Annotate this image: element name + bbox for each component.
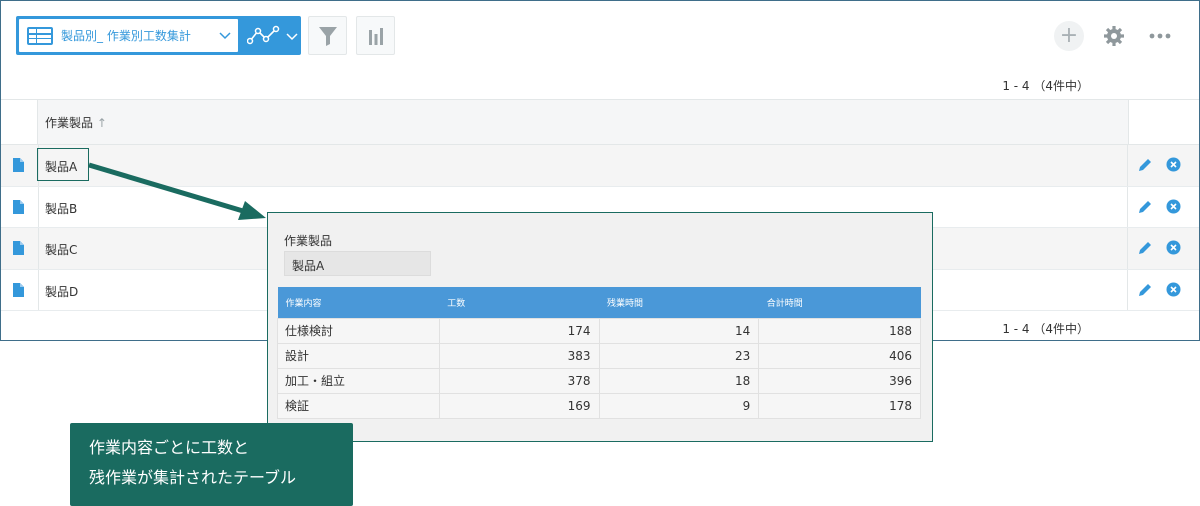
highlight-box — [37, 148, 89, 181]
edit-icon[interactable] — [1137, 282, 1153, 298]
column-header-label: 作業製品 — [45, 116, 94, 130]
overtime-cell: 9 — [598, 392, 760, 419]
graph-button[interactable] — [356, 16, 395, 55]
filter-button[interactable] — [308, 16, 347, 55]
overtime-cell: 14 — [598, 317, 760, 344]
column-header-product[interactable]: 作業製品 ↑ — [45, 114, 107, 131]
task-cell: 設計 — [277, 342, 440, 369]
edit-icon[interactable] — [1137, 240, 1153, 256]
column-header: 作業内容 — [277, 287, 440, 318]
bar-chart-icon — [368, 27, 383, 45]
product-cell: 製品C — [45, 243, 78, 257]
list-header: 作業製品 ↑ — [1, 99, 1199, 145]
document-icon[interactable] — [13, 158, 24, 172]
table-row: 設計 383 23 406 — [277, 342, 921, 369]
task-cell: 検証 — [277, 392, 440, 419]
column-header: 工数 — [439, 287, 599, 318]
view-selector[interactable]: 製品別_ 作業別工数集計 — [16, 16, 301, 55]
product-cell: 製品D — [45, 284, 79, 299]
delete-icon[interactable] — [1166, 282, 1181, 297]
add-record-button[interactable]: + — [1054, 21, 1084, 51]
table-row: 加工・組立 378 18 396 — [277, 367, 921, 394]
table-row[interactable]: 製品A — [1, 145, 1199, 187]
chevron-down-icon — [286, 32, 298, 40]
settings-button[interactable] — [1099, 21, 1129, 51]
cell-divider — [1127, 186, 1128, 227]
table-row: 検証 169 9 178 — [277, 392, 921, 419]
hours-cell: 383 — [438, 342, 600, 369]
header-spacer-right — [1128, 100, 1199, 144]
table-row: 仕様検討 174 14 188 — [277, 317, 921, 344]
sort-asc-icon: ↑ — [96, 116, 107, 130]
cell-divider — [1127, 269, 1128, 310]
overtime-cell: 18 — [598, 367, 760, 394]
delete-icon[interactable] — [1166, 199, 1181, 214]
cell-divider — [38, 186, 39, 227]
more-icon — [1149, 33, 1171, 39]
field-value: 製品A — [284, 251, 431, 276]
subtable: 作業内容 工数 残業時間 合計時間 仕様検討 174 14 188 設計 383… — [277, 287, 921, 419]
filter-icon — [318, 26, 337, 46]
more-button[interactable] — [1145, 21, 1175, 51]
document-icon[interactable] — [13, 199, 24, 214]
cell-divider — [38, 269, 39, 310]
field-label: 作業製品 — [284, 234, 333, 248]
hours-cell: 174 — [438, 317, 600, 344]
task-cell: 加工・組立 — [277, 367, 440, 394]
hours-cell: 378 — [438, 367, 600, 394]
header-spacer — [1, 100, 38, 144]
task-cell: 仕様検討 — [277, 317, 440, 344]
subtable-popup: 作業製品 製品A 作業内容 工数 残業時間 合計時間 仕様検討 174 14 1… — [267, 212, 933, 442]
chevron-down-icon — [219, 32, 231, 40]
view-dropdown[interactable]: 製品別_ 作業別工数集計 — [19, 19, 238, 52]
edit-icon[interactable] — [1137, 157, 1153, 173]
hours-cell: 169 — [438, 392, 600, 419]
graph-selector[interactable] — [241, 16, 301, 55]
pagination-top: 1 - 4 （4件中） — [1002, 79, 1089, 93]
plus-icon: + — [1059, 23, 1079, 48]
gear-icon — [1104, 26, 1124, 46]
subtable-header: 作業内容 工数 残業時間 合計時間 — [277, 287, 921, 318]
callout-line-1: 作業内容ごとに工数と — [89, 438, 250, 457]
table-icon — [27, 26, 53, 45]
delete-icon[interactable] — [1166, 240, 1181, 255]
delete-icon[interactable] — [1166, 157, 1181, 172]
cell-divider — [38, 228, 39, 269]
column-header: 合計時間 — [758, 287, 921, 318]
total-cell: 188 — [758, 317, 921, 344]
product-cell: 製品B — [45, 201, 78, 216]
cell-divider — [1127, 145, 1128, 186]
document-icon[interactable] — [13, 282, 24, 297]
view-name: 製品別_ 作業別工数集計 — [61, 29, 191, 43]
overtime-cell: 23 — [598, 342, 760, 369]
total-cell: 178 — [758, 392, 921, 419]
callout-line-2: 残作業が集計されたテーブル — [89, 468, 297, 487]
pagination-bottom: 1 - 4 （4件中） — [1002, 322, 1089, 336]
total-cell: 396 — [758, 367, 921, 394]
document-icon[interactable] — [13, 241, 24, 255]
cell-divider — [1127, 228, 1128, 269]
total-cell: 406 — [758, 342, 921, 369]
line-chart-icon — [247, 25, 280, 44]
explanation-callout: 作業内容ごとに工数と 残作業が集計されたテーブル — [70, 423, 353, 506]
edit-icon[interactable] — [1137, 199, 1153, 215]
column-header: 残業時間 — [599, 287, 759, 318]
